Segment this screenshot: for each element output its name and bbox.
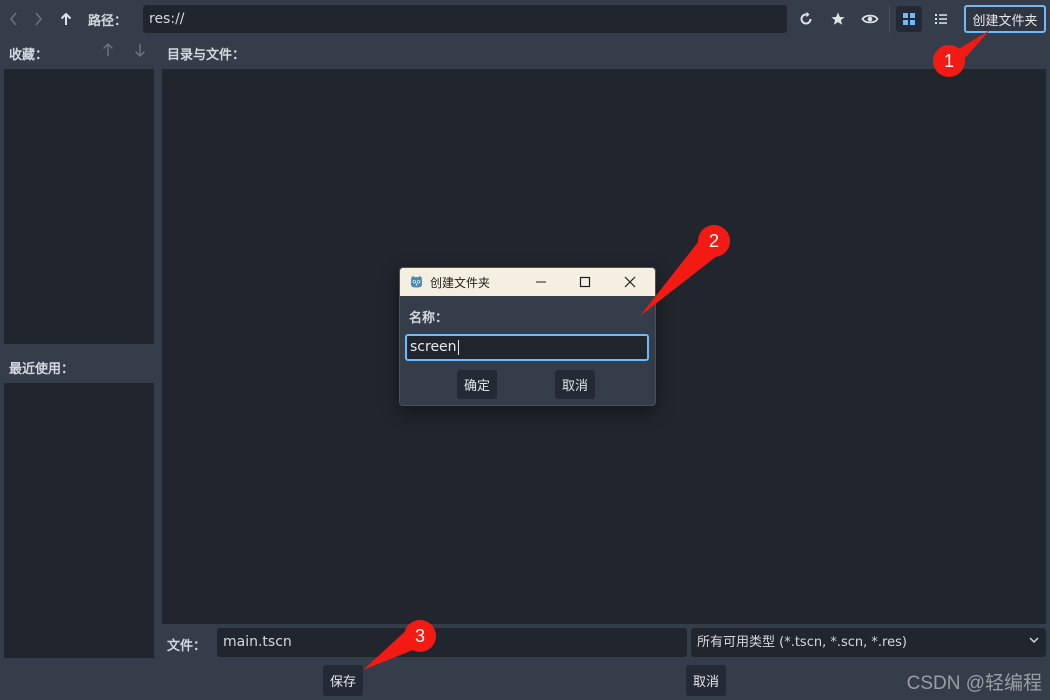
- annotation-badge-1: 1: [933, 45, 965, 77]
- annotation-arrows: [363, 30, 990, 670]
- watermark: CSDN @轻编程: [906, 673, 1042, 694]
- annotation-badge-2: 2: [698, 225, 730, 257]
- annotation-badge-3: 3: [404, 620, 436, 652]
